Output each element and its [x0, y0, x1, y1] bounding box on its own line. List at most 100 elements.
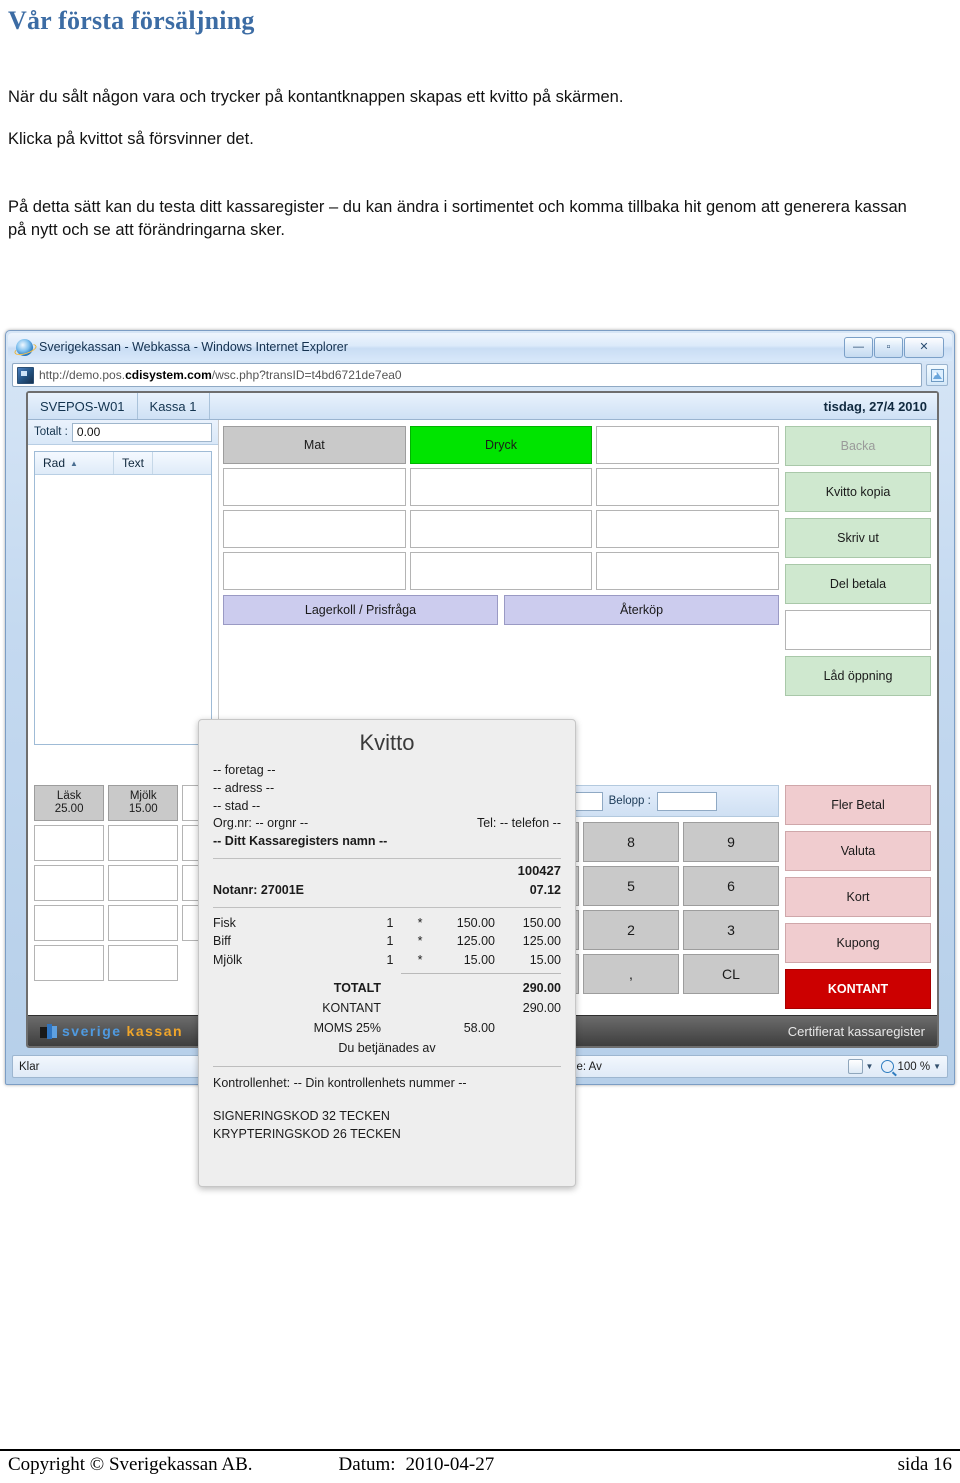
body-paragraph-3: På detta sätt kan du testa ditt kassareg… — [8, 198, 907, 240]
grid-header-row: Rad ▲ Text — [35, 452, 211, 475]
address-bar: http://demo.pos.cdisystem.com/wsc.php?tr… — [12, 363, 948, 387]
product-button-läsk[interactable]: Läsk 25.00 — [34, 785, 105, 821]
side-button-del-betala[interactable]: Del betala — [785, 564, 931, 604]
payment-button-fler-betal[interactable]: Fler Betal — [785, 785, 931, 825]
protected-mode-toggle[interactable]: ▼ — [847, 1059, 873, 1074]
product-button-empty[interactable] — [108, 905, 179, 941]
receipt-title: Kvitto — [359, 730, 415, 755]
product-button-empty[interactable] — [34, 945, 105, 981]
brand-name-second: kassan — [126, 1023, 184, 1039]
belopp-input[interactable] — [656, 791, 717, 811]
receipt-notanr: Notanr: 27001E — [213, 882, 305, 897]
magnifier-icon — [881, 1060, 895, 1073]
center-blank-button[interactable] — [223, 510, 406, 548]
product-button-empty[interactable] — [108, 945, 179, 981]
total-value-field[interactable]: 0.00 — [71, 422, 212, 442]
function-button-återköp[interactable]: Återköp — [504, 595, 779, 625]
side-button-backa[interactable]: Backa — [785, 426, 931, 466]
certified-label: Certifierat kassaregister — [787, 1023, 925, 1039]
url-domain: cdisystem.com — [125, 368, 212, 382]
receipt-city: -- stad -- — [213, 798, 261, 813]
receipt-orgnr: Org.nr: -- orgnr -- — [213, 816, 309, 831]
center-blank-button[interactable] — [596, 510, 779, 548]
receipt-divider — [213, 906, 561, 908]
window-title: Sverigekassan - Webkassa - Windows Inter… — [39, 340, 348, 354]
grid-body[interactable] — [35, 475, 211, 744]
product-button-empty[interactable] — [108, 825, 179, 861]
column-header-text[interactable]: Text — [114, 452, 154, 474]
receipt-item-name: Biff — [213, 934, 231, 949]
column-header-rad-label: Rad — [43, 456, 66, 470]
product-button-mjölk[interactable]: Mjölk 15.00 — [108, 785, 179, 821]
receipt-item-row: Fisk 1 * 150.00 150.00 — [213, 914, 561, 933]
product-button-empty[interactable] — [34, 825, 105, 861]
keypad-key-cl[interactable]: CL — [683, 954, 779, 994]
minimize-button[interactable]: — — [844, 336, 873, 358]
receipt-item-subtotal-rule — [401, 972, 561, 974]
receipt-orgnr-row: Org.nr: -- orgnr -- Tel: -- telefon -- — [213, 815, 561, 833]
side-button-skriv-ut[interactable]: Skriv ut — [785, 518, 931, 558]
zoom-control[interactable]: 100 % ▼ — [881, 1060, 941, 1073]
status-right-group: ▼ 100 % ▼ — [847, 1059, 941, 1074]
column-header-rad[interactable]: Rad ▲ — [35, 452, 114, 474]
feeds-icon[interactable] — [926, 364, 948, 386]
maximize-button[interactable]: ▫ — [874, 336, 903, 358]
receipt-number: 100427 — [517, 862, 561, 878]
pos-register-tab[interactable]: Kassa 1 — [138, 393, 210, 419]
sort-ascending-icon: ▲ — [70, 458, 78, 468]
side-button-empty-4[interactable] — [785, 610, 931, 650]
center-blank-button-grid — [223, 468, 779, 590]
receipt-total-amount — [495, 1018, 561, 1038]
browser-window-screenshot: Sverigekassan - Webkassa - Windows Inter… — [5, 330, 955, 1187]
side-button-låd-öppning[interactable]: Låd öppning — [785, 656, 931, 696]
receipt-total-mid — [387, 978, 495, 998]
pos-terminal-tab[interactable]: SVEPOS-W01 — [28, 393, 138, 419]
function-button-lagerkoll-prisfråga[interactable]: Lagerkoll / Prisfråga — [223, 595, 498, 625]
receipt-item-qty: 1 — [386, 953, 394, 967]
center-blank-button[interactable] — [409, 552, 593, 590]
payment-button-kontant[interactable]: KONTANT — [785, 969, 931, 1009]
close-button[interactable]: ✕ — [904, 336, 944, 358]
center-blank-button[interactable] — [409, 510, 593, 548]
keypad-key-2[interactable]: 2 — [583, 910, 679, 950]
product-button-empty[interactable] — [34, 865, 105, 901]
center-blank-button[interactable] — [409, 468, 593, 506]
receipt-item-name: Mjölk — [213, 953, 243, 967]
payment-button-valuta[interactable]: Valuta — [785, 831, 931, 871]
product-name: Läsk — [56, 789, 82, 802]
keypad-key-9[interactable]: 9 — [683, 822, 779, 862]
receipt-served-by: Du betjänades av — [338, 1040, 436, 1055]
center-blank-button[interactable] — [596, 552, 779, 590]
category-button-mat[interactable]: Mat — [223, 426, 406, 464]
side-button-kvitto-kopia[interactable]: Kvitto kopia — [785, 472, 931, 512]
function-button-row: Lagerkoll / Prisfråga Återköp — [223, 595, 779, 625]
keypad-key-comma[interactable]: , — [583, 954, 679, 994]
keypad-key-5[interactable]: 5 — [583, 866, 679, 906]
receipt-total-label: KONTANT — [322, 1000, 381, 1015]
receipt-total-amount: 290.00 — [522, 1000, 561, 1015]
keypad-key-3[interactable]: 3 — [683, 910, 779, 950]
receipt-item-price: 15.00 — [463, 953, 495, 967]
category-button-empty-2[interactable] — [596, 426, 779, 464]
center-blank-button[interactable] — [223, 468, 406, 506]
receipt-item-price: 150.00 — [456, 915, 495, 930]
receipt-item-sep: * — [417, 934, 423, 949]
receipt-overlay[interactable]: Kvitto -- foretag -- -- adress -- -- sta… — [198, 719, 576, 1187]
center-blank-button[interactable] — [223, 552, 406, 590]
payment-button-kupong[interactable]: Kupong — [785, 923, 931, 963]
ie-frame: Sverigekassan - Webkassa - Windows Inter… — [5, 330, 955, 1187]
center-blank-button[interactable] — [596, 468, 779, 506]
pos-date-label: tisdag, 27/4 2010 — [823, 398, 927, 414]
category-button-dryck[interactable]: Dryck — [409, 426, 593, 464]
url-text: http://demo.pos.cdisystem.com/wsc.php?tr… — [39, 368, 402, 382]
product-button-empty[interactable] — [34, 905, 105, 941]
product-button-empty[interactable] — [108, 865, 179, 901]
product-price: 15.00 — [128, 803, 158, 815]
url-input[interactable]: http://demo.pos.cdisystem.com/wsc.php?tr… — [12, 363, 922, 387]
keypad-key-6[interactable]: 6 — [683, 866, 779, 906]
keypad-key-8[interactable]: 8 — [583, 822, 679, 862]
pos-left-panel: Totalt : 0.00 Rad ▲ Text — [28, 420, 219, 785]
payment-button-kort[interactable]: Kort — [785, 877, 931, 917]
chevron-down-icon: ▼ — [933, 1062, 941, 1071]
page-title: Vår första försäljning — [8, 6, 255, 35]
